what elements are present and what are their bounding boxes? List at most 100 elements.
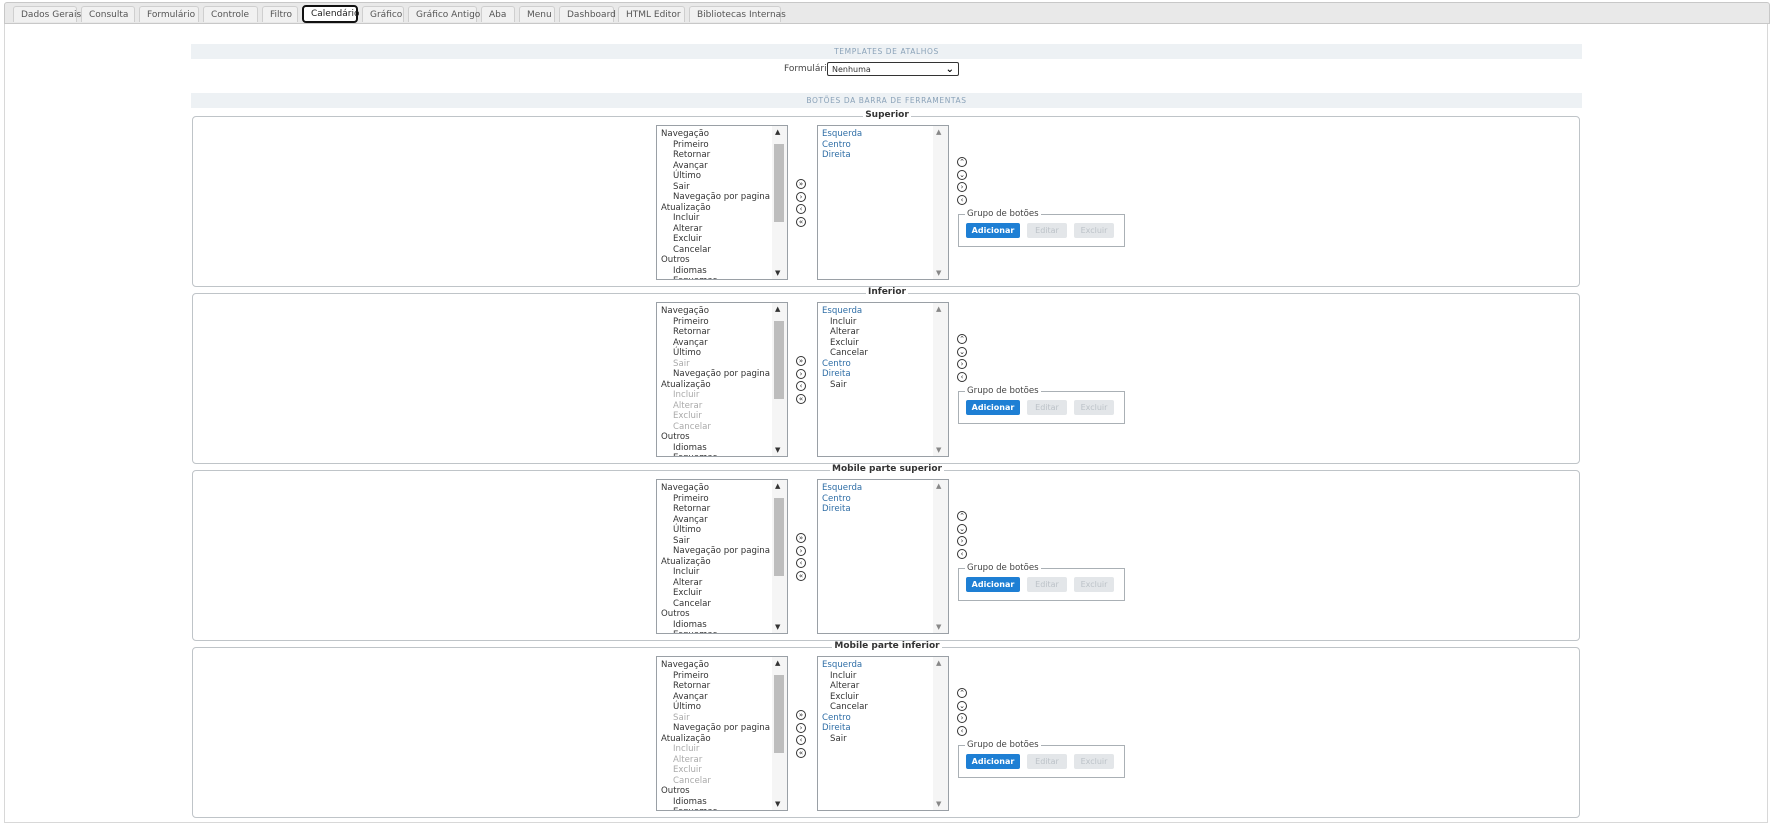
move-all-left-icon[interactable]: « bbox=[796, 747, 806, 758]
selected-buttons-list[interactable]: Esquerda Incluir Alterar Excluir Cancelar Cen… bbox=[817, 302, 949, 457]
list-item[interactable]: Esquerda bbox=[822, 306, 862, 316]
list-item[interactable]: Direita bbox=[822, 504, 851, 514]
tab-html-editor[interactable]: HTML Editor bbox=[618, 6, 685, 22]
list-item[interactable]: Incluir bbox=[673, 567, 699, 577]
scroll-thumb[interactable] bbox=[774, 321, 784, 399]
available-buttons-list[interactable]: Navegação Primeiro Retornar Avançar Último Sa… bbox=[656, 656, 788, 811]
move-bottom-icon[interactable]: ‹ bbox=[957, 371, 967, 382]
scroll-down-icon[interactable]: ▼ bbox=[936, 446, 941, 454]
tab-menu[interactable]: Menu bbox=[519, 6, 555, 22]
list-item[interactable]: Direita bbox=[822, 723, 851, 733]
list-item[interactable]: Sair bbox=[830, 734, 847, 744]
move-all-left-icon[interactable]: « bbox=[796, 393, 806, 404]
list-item[interactable]: Navegação por pagina bbox=[673, 192, 770, 202]
available-buttons-list[interactable]: Navegação Primeiro Retornar Avançar Último Sa… bbox=[656, 302, 788, 457]
tab-calendário[interactable]: Calendário bbox=[302, 5, 359, 23]
list-item[interactable]: Esquerda bbox=[822, 129, 862, 139]
scroll-up-icon[interactable]: ▲ bbox=[936, 659, 941, 667]
move-all-left-icon[interactable]: « bbox=[796, 216, 806, 227]
list-item[interactable]: Primeiro bbox=[673, 671, 709, 681]
move-up-icon[interactable]: ⌄ bbox=[957, 523, 967, 534]
edit-button[interactable]: Editar bbox=[1027, 754, 1067, 769]
list-item[interactable]: Idiomas bbox=[673, 443, 707, 453]
tab-consulta[interactable]: Consulta bbox=[81, 6, 135, 22]
tab-gráfico[interactable]: Gráfico bbox=[362, 6, 404, 22]
list-item[interactable]: Alterar bbox=[830, 327, 859, 337]
scrollbar[interactable]: ▲ ▼ bbox=[933, 303, 948, 456]
move-bottom-icon[interactable]: ‹ bbox=[957, 725, 967, 736]
move-up-icon[interactable]: ⌄ bbox=[957, 700, 967, 711]
form-select[interactable]: Nenhuma ⌄ bbox=[827, 62, 959, 76]
list-item[interactable]: Avançar bbox=[673, 161, 708, 171]
list-item[interactable]: Esquerda bbox=[822, 483, 862, 493]
scroll-down-icon[interactable]: ▼ bbox=[775, 800, 780, 808]
list-item[interactable]: Avançar bbox=[673, 515, 708, 525]
tab-bibliotecas-internas[interactable]: Bibliotecas Internas bbox=[689, 6, 786, 22]
move-left-icon[interactable]: ‹ bbox=[796, 735, 806, 745]
list-item[interactable]: Sair bbox=[673, 536, 690, 546]
list-item[interactable]: Avançar bbox=[673, 692, 708, 702]
list-item[interactable]: Navegação por pagina bbox=[673, 369, 770, 379]
list-item[interactable]: Cancelar bbox=[673, 422, 711, 432]
move-up-icon[interactable]: ⌄ bbox=[957, 169, 967, 180]
list-item[interactable]: Último bbox=[673, 348, 701, 358]
move-all-right-icon[interactable]: » bbox=[796, 710, 806, 720]
list-item[interactable]: Navegação por pagina bbox=[673, 723, 770, 733]
tab-dashboard[interactable]: Dashboard bbox=[559, 6, 616, 22]
list-item[interactable]: Sair bbox=[830, 380, 847, 390]
list-item[interactable]: Centro bbox=[822, 359, 851, 369]
list-item[interactable]: Excluir bbox=[673, 765, 702, 775]
add-button[interactable]: Adicionar bbox=[966, 754, 1020, 769]
move-top-icon[interactable]: ⌃ bbox=[957, 688, 967, 698]
list-item[interactable]: Sair bbox=[673, 713, 690, 723]
list-item[interactable]: Retornar bbox=[673, 150, 710, 160]
move-bottom-icon[interactable]: ‹ bbox=[957, 194, 967, 205]
add-button[interactable]: Adicionar bbox=[966, 577, 1020, 592]
selected-buttons-list[interactable]: Esquerda Centro Direita ▲ ▼ bbox=[817, 125, 949, 280]
list-item[interactable]: Alterar bbox=[673, 401, 702, 411]
scroll-down-icon[interactable]: ▼ bbox=[775, 446, 780, 454]
list-item[interactable]: Idiomas bbox=[673, 620, 707, 630]
scrollbar[interactable]: ▲ ▼ bbox=[772, 126, 787, 279]
move-all-right-icon[interactable]: » bbox=[796, 179, 806, 189]
edit-button[interactable]: Editar bbox=[1027, 400, 1067, 415]
scrollbar[interactable]: ▲ ▼ bbox=[933, 126, 948, 279]
scroll-down-icon[interactable]: ▼ bbox=[775, 269, 780, 277]
selected-buttons-list[interactable]: Esquerda Incluir Alterar Excluir Cancelar Cen… bbox=[817, 656, 949, 811]
move-down-icon[interactable]: › bbox=[957, 182, 967, 192]
edit-button[interactable]: Editar bbox=[1027, 223, 1067, 238]
list-item[interactable]: Excluir bbox=[673, 411, 702, 421]
scrollbar[interactable]: ▲ ▼ bbox=[772, 480, 787, 633]
list-item[interactable]: Último bbox=[673, 171, 701, 181]
move-up-icon[interactable]: ⌄ bbox=[957, 346, 967, 357]
list-item[interactable]: Esquemas bbox=[673, 453, 717, 456]
scroll-down-icon[interactable]: ▼ bbox=[936, 800, 941, 808]
list-item[interactable]: Excluir bbox=[830, 692, 859, 702]
list-item[interactable]: Alterar bbox=[830, 681, 859, 691]
list-item[interactable]: Avançar bbox=[673, 338, 708, 348]
tab-formulário[interactable]: Formulário bbox=[139, 6, 199, 22]
add-button[interactable]: Adicionar bbox=[966, 223, 1020, 238]
scroll-up-icon[interactable]: ▲ bbox=[775, 128, 780, 136]
scrollbar[interactable]: ▲ ▼ bbox=[772, 657, 787, 810]
scroll-thumb[interactable] bbox=[774, 144, 784, 222]
move-down-icon[interactable]: › bbox=[957, 713, 967, 723]
available-buttons-list[interactable]: Navegação Primeiro Retornar Avançar Último Sa… bbox=[656, 125, 788, 280]
scrollbar[interactable]: ▲ ▼ bbox=[772, 303, 787, 456]
scroll-down-icon[interactable]: ▼ bbox=[936, 623, 941, 631]
list-item[interactable]: Alterar bbox=[673, 578, 702, 588]
scroll-up-icon[interactable]: ▲ bbox=[936, 128, 941, 136]
add-button[interactable]: Adicionar bbox=[966, 400, 1020, 415]
list-item[interactable]: Esquemas bbox=[673, 630, 717, 633]
move-bottom-icon[interactable]: ‹ bbox=[957, 548, 967, 559]
move-right-icon[interactable]: › bbox=[796, 545, 806, 556]
move-right-icon[interactable]: › bbox=[796, 368, 806, 379]
list-item[interactable]: Incluir bbox=[673, 213, 699, 223]
list-item[interactable]: Centro bbox=[822, 713, 851, 723]
list-item[interactable]: Esquemas bbox=[673, 807, 717, 810]
list-item[interactable]: Cancelar bbox=[830, 702, 868, 712]
list-item[interactable]: Cancelar bbox=[830, 348, 868, 358]
list-item[interactable]: Incluir bbox=[673, 390, 699, 400]
move-left-icon[interactable]: ‹ bbox=[796, 381, 806, 391]
scroll-up-icon[interactable]: ▲ bbox=[775, 305, 780, 313]
